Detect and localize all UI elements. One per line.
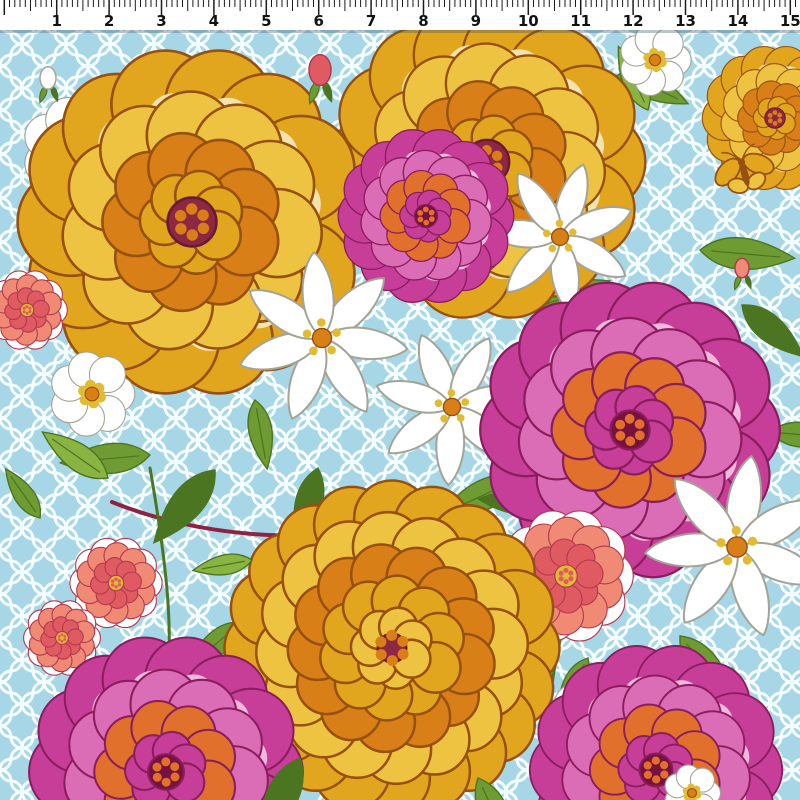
ruler: 123456789101112131415 (0, 0, 800, 33)
ruler-number: 15 (780, 12, 800, 30)
fabric-pattern-image: 123456789101112131415 (0, 0, 800, 800)
ruler-number: 9 (471, 12, 481, 30)
ruler-number: 14 (727, 12, 748, 30)
ruler-number: 5 (261, 12, 271, 30)
ruler-shadow (0, 30, 800, 33)
ruler-number: 11 (570, 12, 591, 30)
ruler-number: 6 (313, 12, 323, 30)
ruler-number: 10 (518, 12, 539, 30)
ruler-number: 13 (675, 12, 696, 30)
magenta-peony-flower (338, 130, 514, 303)
ruler-number: 2 (104, 12, 114, 30)
ruler-number: 8 (418, 12, 428, 30)
ruler-number: 3 (156, 12, 166, 30)
ruler-number: 12 (623, 12, 644, 30)
ruler-number: 7 (366, 12, 376, 30)
fabric-swatch: 123456789101112131415 (0, 0, 800, 800)
ruler-number: 1 (51, 12, 61, 30)
ruler-number: 4 (209, 12, 219, 30)
